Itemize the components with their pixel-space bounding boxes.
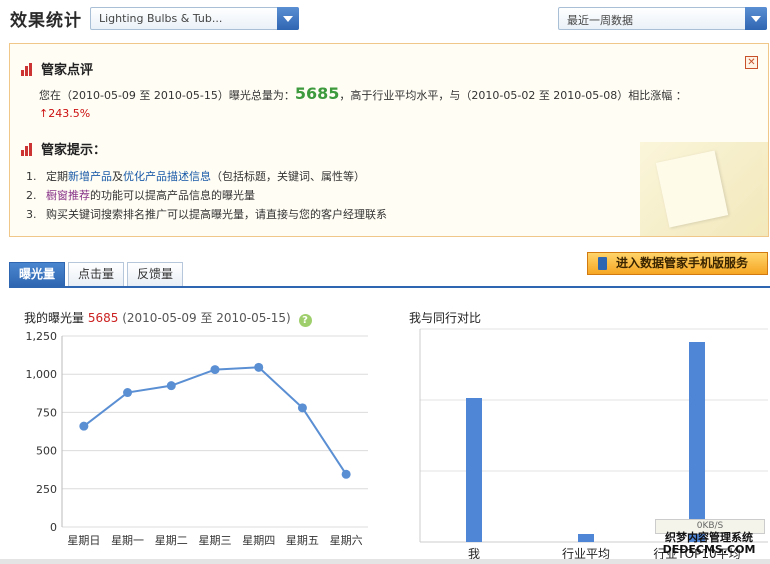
x-tick-label: 星期二 (155, 534, 188, 547)
x-tick-label: 星期五 (286, 534, 319, 547)
y-tick-label: 0 (50, 521, 57, 534)
watermark: 0KB/S 织梦内容管理系统 DEDECMS.COM (653, 519, 765, 561)
period-select[interactable]: 最近一周数据 (558, 7, 767, 30)
x-tick-label: 我 (468, 547, 480, 559)
x-tick-label: 星期四 (242, 534, 275, 547)
data-point (123, 388, 133, 398)
tip-item: 2. 橱窗推荐的功能可以提高产品信息的曝光量 (26, 189, 255, 202)
notepad-illustration (640, 142, 768, 236)
x-tick-label: 行业平均 (562, 547, 610, 559)
horizontal-scrollbar[interactable] (0, 559, 770, 564)
series-line (83, 366, 347, 475)
new-product-link[interactable]: 新增产品 (68, 170, 112, 183)
chevron-down-icon[interactable] (745, 7, 767, 30)
review-summary: 您在（2010-05-09 至 2010-05-15）曝光总量为：5685，高于… (39, 84, 687, 121)
tips-title: 管家提示： (20, 139, 106, 158)
tips-list: 1. 定期新增产品及优化产品描述信息（包括标题，关键词、属性等） 2. 橱窗推荐的功… (26, 167, 387, 224)
bar-chart-title: 我与同行对比 (409, 311, 482, 325)
data-point (297, 403, 307, 413)
y-tick-label: 750 (36, 406, 57, 419)
data-point (341, 469, 351, 479)
tab-feedback[interactable]: 反馈量 (127, 262, 184, 286)
comparison-bar (689, 342, 705, 542)
close-icon[interactable]: ✕ (745, 56, 758, 69)
product-select[interactable]: Lighting Bulbs & Tub... (90, 7, 299, 30)
data-point (210, 365, 220, 375)
comparison-bar (578, 534, 594, 542)
watermark-line2: DEDECMS.COM (662, 543, 756, 556)
comparison-bar (466, 398, 482, 542)
x-tick-label: 星期三 (199, 534, 232, 547)
x-tick-label: 星期六 (330, 534, 363, 547)
showcase-link[interactable]: 橱窗推荐 (46, 189, 90, 202)
line-chart: 0 250 500 750 1,000 1,250 星期日 星期一 星期二 星期三 星期四 星期五 星期… (26, 330, 368, 547)
mobile-service-button[interactable]: 进入数据管家手机版服务 (587, 252, 768, 275)
growth-arrow-icon: ↑ (39, 107, 49, 120)
tab-clicks[interactable]: 点击量 (68, 262, 125, 286)
tip-item: 3. 购买关键词搜索排名推广可以提高曝光量，请直接与您的客户经理联系 (26, 208, 387, 221)
data-point (166, 381, 176, 391)
data-point (254, 362, 264, 372)
y-tick-label: 500 (36, 445, 57, 458)
chevron-down-icon[interactable] (277, 7, 299, 30)
y-tick-label: 1,250 (26, 330, 58, 343)
period-select-value: 最近一周数据 (567, 14, 633, 27)
x-tick-label: 星期日 (67, 534, 100, 547)
y-tick-label: 250 (36, 483, 57, 496)
optimize-description-link[interactable]: 优化产品描述信息 (123, 170, 211, 183)
mobile-phone-icon (598, 257, 607, 270)
page-title: 效果统计 (10, 11, 82, 31)
tab-exposure[interactable]: 曝光量 (9, 262, 66, 286)
product-select-value: Lighting Bulbs & Tub... (99, 12, 223, 25)
bar-chart-icon (20, 62, 36, 76)
review-panel: 管家点评 ✕ 您在（2010-05-09 至 2010-05-15）曝光总量为：… (9, 43, 769, 237)
data-point (79, 421, 89, 431)
total-exposure: 5685 (294, 84, 340, 103)
x-tick-label: 星期一 (111, 534, 144, 547)
tip-item: 1. 定期新增产品及优化产品描述信息（包括标题，关键词、属性等） (26, 170, 365, 183)
metric-tabs: 曝光量 点击量 反馈量 (9, 262, 186, 287)
tab-divider (9, 286, 770, 288)
review-title: 管家点评 (20, 59, 93, 78)
y-tick-label: 1,000 (26, 368, 58, 381)
growth-value: 243.5% (48, 107, 91, 120)
bar-chart-icon (20, 142, 36, 156)
